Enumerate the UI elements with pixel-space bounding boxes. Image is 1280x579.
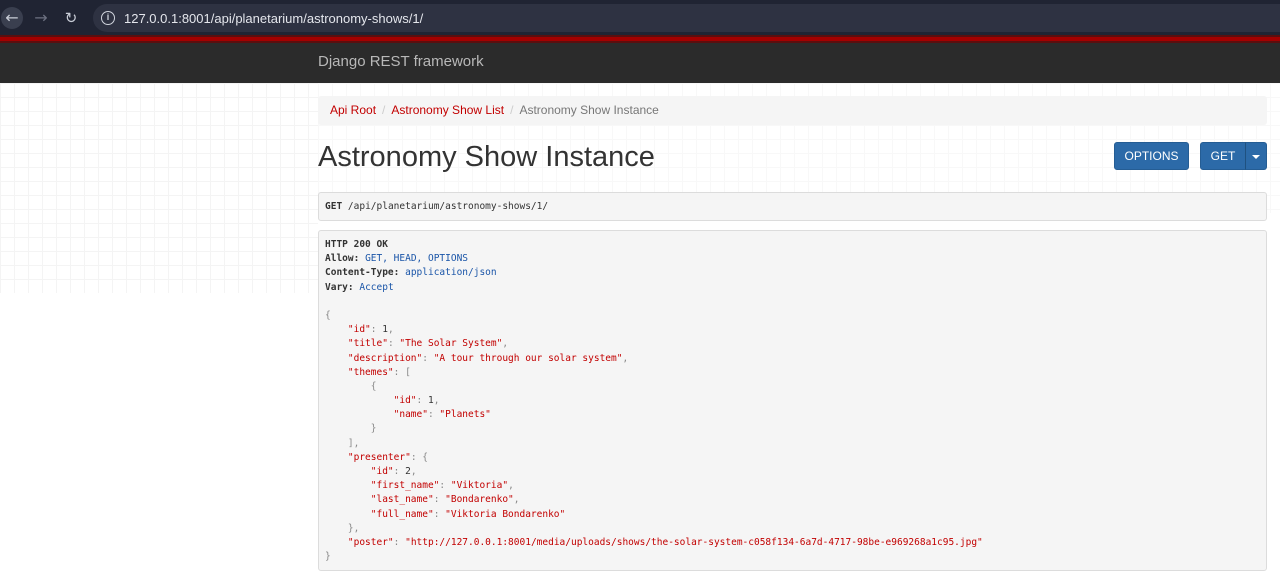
reload-icon[interactable]: ↻ (60, 7, 82, 29)
breadcrumb-astronomy-show-list[interactable]: Astronomy Show List (391, 103, 504, 117)
breadcrumb-current: Astronomy Show Instance (519, 103, 659, 117)
json-value-poster-link[interactable]: "http://127.0.0.1:8001/media/uploads/sho… (405, 537, 983, 548)
header-value: Accept (359, 281, 394, 293)
navbar-brand[interactable]: Django REST framework (318, 53, 484, 70)
json-value-title: "The Solar System" (399, 338, 503, 350)
json-value-last-name: "Bondarenko" (445, 494, 514, 506)
caret-down-icon (1252, 154, 1260, 159)
json-value-description: "A tour through our solar system" (433, 352, 623, 364)
options-button[interactable]: OPTIONS (1114, 142, 1189, 170)
breadcrumb-api-root[interactable]: Api Root (330, 103, 376, 117)
json-value-full-name: "Viktoria Bondarenko" (445, 508, 566, 520)
breadcrumb: Api Root / Astronomy Show List / Astronomy S… (318, 96, 1267, 125)
header-value: application/json (405, 267, 497, 279)
json-value-theme-name: "Planets" (439, 409, 491, 421)
forward-arrow-icon[interactable]: → (30, 7, 52, 29)
request-info: GET /api/planetarium/astronomy-shows/1/ (318, 192, 1267, 221)
site-info-icon[interactable]: i (101, 11, 115, 25)
request-path: /api/planetarium/astronomy-shows/1/ (347, 201, 549, 212)
navbar-accent-stripe (0, 35, 1280, 43)
header-value: GET, HEAD, OPTIONS (365, 253, 469, 265)
json-value-first-name: "Viktoria" (450, 480, 509, 492)
back-arrow-icon[interactable]: ← (1, 7, 23, 29)
header-name: Allow: (325, 253, 360, 265)
breadcrumb-separator: / (510, 103, 514, 117)
address-bar[interactable]: i 127.0.0.1:8001/api/planetarium/astrono… (93, 4, 1280, 32)
get-button[interactable]: GET (1200, 142, 1246, 170)
navbar: Django REST framework (0, 43, 1280, 83)
header-name: Content-Type: (325, 267, 400, 279)
browser-toolbar: ← → ↻ i 127.0.0.1:8001/api/planetarium/a… (0, 0, 1280, 35)
request-method: GET (325, 201, 343, 212)
url-text: 127.0.0.1:8001/api/planetarium/astronomy… (124, 11, 424, 26)
background-grid (0, 83, 318, 293)
breadcrumb-separator: / (382, 103, 386, 117)
response-info: HTTP 200 OK Allow: GET, HEAD, OPTIONS Co… (318, 230, 1267, 571)
response-status: HTTP 200 OK (325, 239, 388, 250)
header-name: Vary: (325, 281, 354, 293)
page-title: Astronomy Show Instance (318, 141, 655, 173)
get-format-dropdown[interactable] (1245, 142, 1267, 170)
